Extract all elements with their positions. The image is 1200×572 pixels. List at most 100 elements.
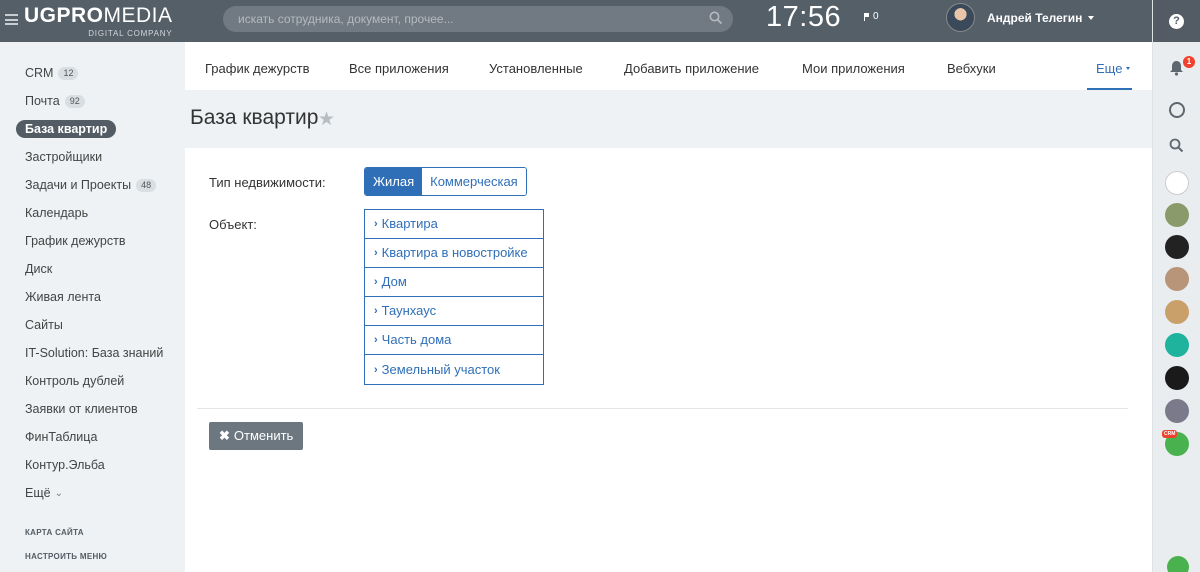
logo[interactable]: UGPROMEDIA DIGITAL COMPANY bbox=[24, 4, 173, 39]
sidebar-item-feed[interactable]: Живая лента bbox=[25, 288, 101, 306]
user-menu[interactable]: Андрей Телегин bbox=[946, 3, 1095, 32]
divider bbox=[197, 408, 1128, 409]
sidebar-item-more[interactable]: Ещё ⌄ bbox=[25, 484, 63, 502]
sidebar-item-label: Календарь bbox=[25, 206, 89, 220]
tab-webhooks[interactable]: Вебхуки bbox=[947, 61, 996, 76]
sidebar-item-client-requests[interactable]: Заявки от клиентов bbox=[25, 400, 138, 418]
sidebar-item-knowledge-base[interactable]: IT-Solution: База знаний bbox=[25, 344, 163, 362]
sidebar-item-label: Задачи и Проекты bbox=[25, 178, 132, 192]
chevron-down-icon[interactable] bbox=[1088, 15, 1095, 20]
sidebar-item-duplicates[interactable]: Контроль дублей bbox=[25, 372, 124, 390]
logo-bold: UGPRO bbox=[24, 4, 104, 27]
tab-all-apps[interactable]: Все приложения bbox=[349, 61, 449, 76]
tab-installed[interactable]: Установленные bbox=[489, 61, 583, 76]
type-residential-button[interactable]: Жилая bbox=[365, 168, 423, 195]
app-tabs: График дежурств Все приложения Установле… bbox=[185, 42, 1152, 90]
page-title: База квартир bbox=[190, 106, 319, 129]
sidebar-item-crm[interactable]: CRM 12 bbox=[25, 64, 79, 82]
sidebar-item-label: Сайты bbox=[25, 318, 63, 332]
sidebar-item-label: ФинТаблица bbox=[25, 430, 98, 444]
flag-icon bbox=[864, 12, 870, 21]
contact-avatar[interactable] bbox=[1165, 235, 1189, 259]
sidebar-item-label: Диск bbox=[25, 262, 53, 276]
list-item-label: Квартира bbox=[381, 216, 438, 231]
chevron-right-icon: › bbox=[374, 276, 378, 288]
sidebar-item-fintable[interactable]: ФинТаблица bbox=[25, 428, 97, 446]
sidebar-item-developers[interactable]: Застройщики bbox=[25, 148, 102, 166]
sidebar-item-tasks[interactable]: Задачи и Проекты 48 bbox=[25, 176, 157, 194]
type-commercial-button[interactable]: Коммерческая bbox=[422, 168, 526, 195]
tab-more[interactable]: Еще bbox=[1087, 42, 1132, 90]
sidebar-item-label: Живая лента bbox=[25, 290, 101, 304]
tab-duty-schedule[interactable]: График дежурств bbox=[205, 61, 309, 76]
chevron-right-icon: › bbox=[374, 334, 378, 346]
flag-counter[interactable]: 0 bbox=[864, 11, 879, 22]
logo-thin: MEDIA bbox=[103, 4, 173, 27]
cancel-button[interactable]: ✖ Отменить bbox=[209, 422, 304, 450]
object-new-build-apartment[interactable]: › Квартира в новостройке bbox=[365, 239, 543, 268]
sidebar-item-label: Почта bbox=[25, 94, 60, 108]
app-expert-icon[interactable] bbox=[1165, 171, 1189, 195]
sidebar-item-label: CRM bbox=[25, 66, 54, 80]
contact-avatar[interactable] bbox=[1165, 203, 1189, 227]
property-type-toggle: Жилая Коммерческая bbox=[364, 167, 527, 196]
sidebar-item-apartments-db[interactable]: База квартир bbox=[16, 120, 117, 138]
object-part-of-house[interactable]: › Часть дома bbox=[365, 326, 543, 355]
object-house[interactable]: › Дом bbox=[365, 268, 543, 297]
sidebar-item-disk[interactable]: Диск bbox=[25, 260, 52, 278]
tab-more-label: Еще bbox=[1096, 61, 1123, 76]
help-area: ? bbox=[1153, 0, 1200, 42]
chevron-right-icon: › bbox=[374, 247, 378, 259]
sidebar-item-calendar[interactable]: Календарь bbox=[25, 204, 88, 222]
configure-menu-link[interactable]: НАСТРОИТЬ МЕНЮ bbox=[25, 552, 107, 561]
chevron-down-icon bbox=[1126, 67, 1131, 70]
sidebar-item-mail[interactable]: Почта 92 bbox=[25, 92, 85, 110]
object-list: › Квартира › Квартира в новостройке › Дом ›… bbox=[364, 209, 544, 385]
sidebar-item-label: IT-Solution: База знаний bbox=[25, 346, 164, 360]
menu-icon[interactable] bbox=[5, 14, 18, 25]
cancel-label: Отменить bbox=[233, 428, 294, 443]
sidebar-item-label: Контур.Эльба bbox=[25, 458, 105, 472]
bell-badge: 1 bbox=[1183, 56, 1195, 68]
crm-badge: CRM bbox=[1162, 430, 1178, 438]
search-input[interactable]: искать сотрудника, документ, прочее... bbox=[223, 6, 733, 32]
object-apartment[interactable]: › Квартира bbox=[365, 210, 543, 239]
contact-avatar[interactable] bbox=[1165, 399, 1189, 423]
bell-icon[interactable] bbox=[1169, 60, 1184, 76]
object-land-plot[interactable]: › Земельный участок bbox=[365, 355, 543, 384]
object-townhouse[interactable]: › Таунхаус bbox=[365, 297, 543, 326]
tab-add-app[interactable]: Добавить приложение bbox=[624, 61, 759, 76]
contact-avatar[interactable] bbox=[1165, 300, 1189, 324]
star-icon[interactable]: ★ bbox=[318, 108, 335, 131]
search-icon[interactable] bbox=[1169, 138, 1184, 153]
sidebar-item-label: База квартир bbox=[25, 122, 108, 136]
object-label: Объект: bbox=[209, 217, 257, 232]
count-badge: 92 bbox=[64, 94, 85, 108]
lock-icon[interactable] bbox=[1165, 333, 1189, 357]
chevron-right-icon: › bbox=[374, 363, 378, 376]
phone-icon[interactable] bbox=[1167, 556, 1189, 572]
sidebar-item-kontur-elba[interactable]: Контур.Эльба bbox=[25, 456, 105, 474]
help-icon[interactable]: ? bbox=[1169, 14, 1184, 29]
search-icon[interactable] bbox=[709, 11, 723, 25]
chat-icon[interactable] bbox=[1169, 102, 1185, 118]
avatar[interactable] bbox=[946, 3, 975, 32]
list-item-label: Таунхаус bbox=[381, 303, 437, 318]
sidebar-item-sites[interactable]: Сайты bbox=[25, 316, 63, 334]
sitemap-link[interactable]: КАРТА САЙТА bbox=[25, 528, 84, 537]
contact-avatar[interactable] bbox=[1165, 366, 1189, 390]
flag-count: 0 bbox=[873, 11, 879, 22]
property-type-label: Тип недвижимости: bbox=[209, 175, 326, 190]
clock[interactable]: 17:56 bbox=[766, 1, 841, 34]
contact-avatar[interactable] bbox=[1165, 267, 1189, 291]
count-badge: 12 bbox=[58, 66, 79, 80]
list-item-label: Часть дома bbox=[381, 332, 452, 347]
tab-my-apps[interactable]: Мои приложения bbox=[802, 61, 905, 76]
user-name[interactable]: Андрей Телегин bbox=[987, 11, 1082, 25]
sidebar-item-duty-schedule[interactable]: График дежурств bbox=[25, 232, 125, 250]
sidebar: CRM 12 Почта 92 База квартир Застройщики З… bbox=[0, 42, 185, 572]
sidebar-item-label: График дежурств bbox=[25, 234, 126, 248]
count-badge: 48 bbox=[136, 178, 157, 192]
search-placeholder: искать сотрудника, документ, прочее... bbox=[238, 12, 454, 26]
sidebar-item-label: Застройщики bbox=[25, 150, 103, 164]
